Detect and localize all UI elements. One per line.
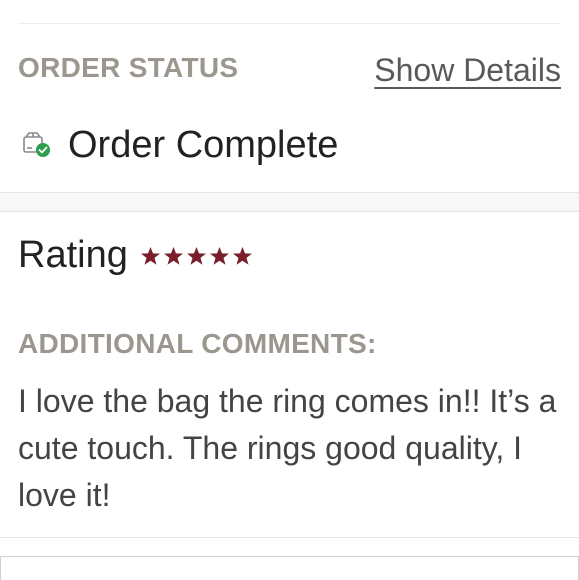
star-icon — [186, 246, 207, 266]
rating-stars — [140, 244, 253, 266]
star-icon — [232, 246, 253, 266]
star-icon — [209, 246, 230, 266]
order-status-label: ORDER STATUS — [18, 52, 239, 83]
star-icon — [140, 246, 161, 266]
top-divider — [18, 23, 561, 24]
additional-comments-label: ADDITIONAL COMMENTS: — [18, 328, 377, 359]
box-check-icon — [22, 131, 52, 159]
order-review-page: ORDER STATUS Show Details Order Complete… — [0, 0, 579, 580]
next-section-card — [0, 556, 579, 580]
rating-row: Rating — [18, 232, 253, 278]
show-details-link[interactable]: Show Details — [374, 52, 561, 88]
comment-text: I love the bag the ring comes in!! It’s … — [18, 383, 557, 513]
star-icon — [163, 246, 184, 266]
bottom-divider — [0, 537, 579, 538]
order-status-text: Order Complete — [68, 124, 339, 166]
rating-label: Rating — [18, 234, 128, 276]
section-separator — [0, 192, 579, 212]
order-status-row: Order Complete — [22, 122, 338, 168]
